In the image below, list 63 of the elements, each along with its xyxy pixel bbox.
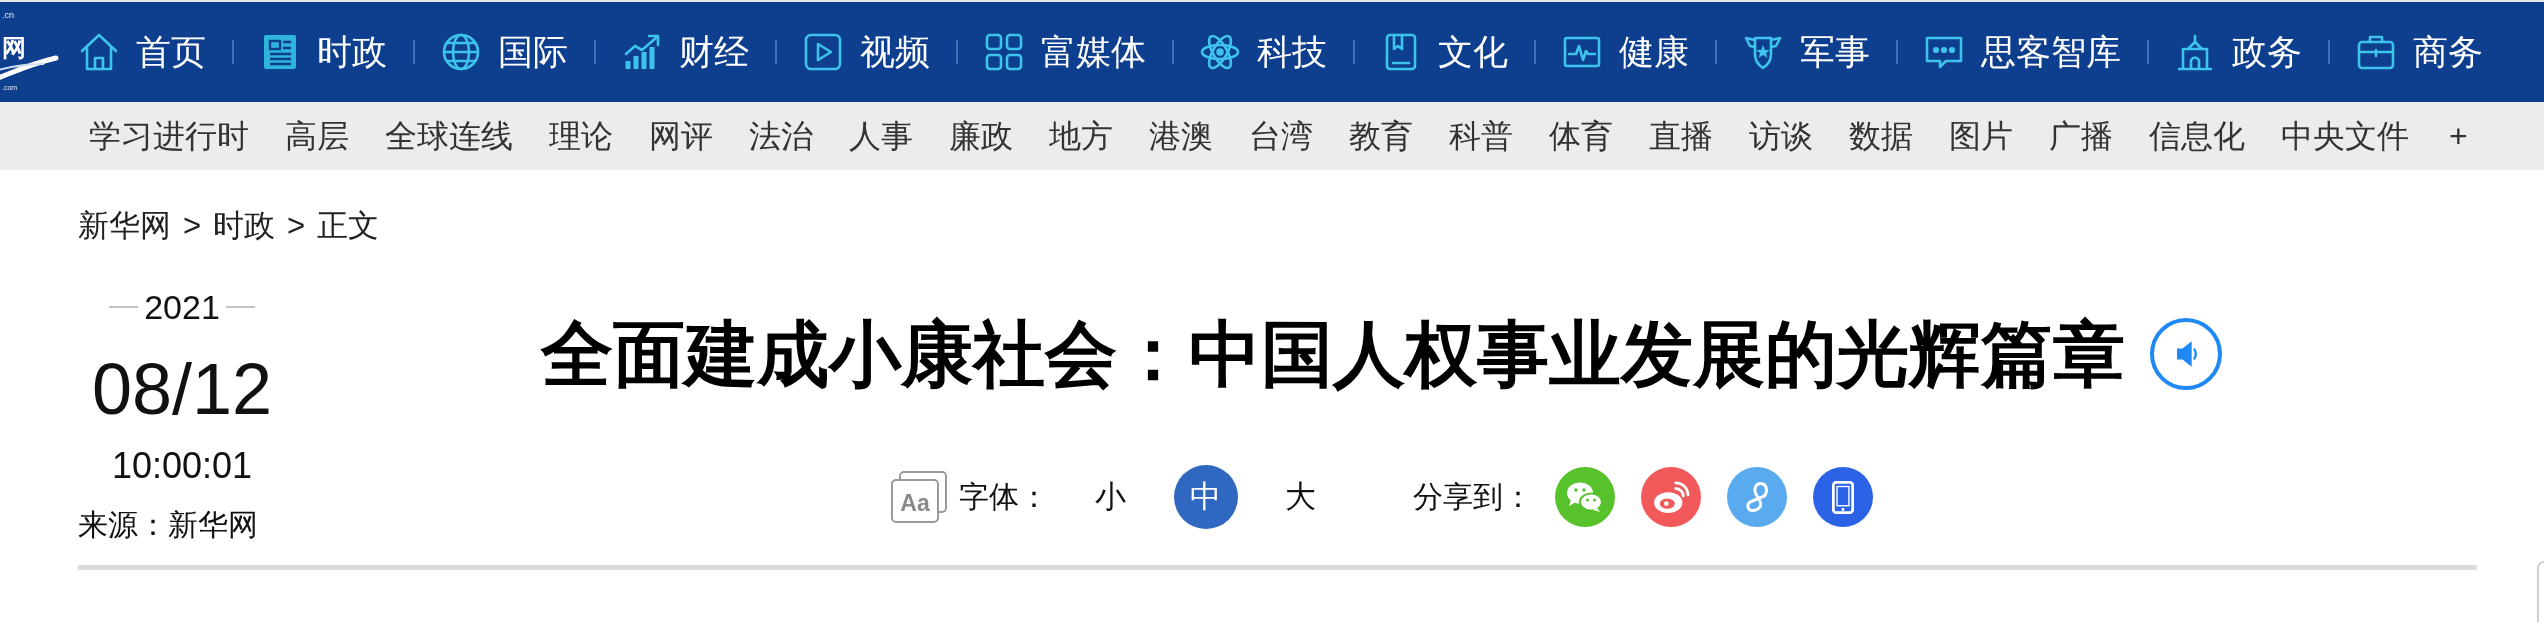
- channel-link[interactable]: 数据: [1849, 116, 1913, 156]
- breadcrumb-link[interactable]: 新华网: [78, 208, 171, 244]
- breadcrumb-link[interactable]: 时政: [213, 208, 276, 244]
- channel-link[interactable]: 廉政: [949, 116, 1013, 156]
- channel-link[interactable]: 图片: [1949, 116, 2013, 156]
- font-size-option[interactable]: 中: [1173, 465, 1238, 529]
- nav-link[interactable]: 富媒体: [984, 30, 1146, 74]
- nav-link[interactable]: 国际: [441, 30, 568, 74]
- publish-date: 08/12: [91, 351, 273, 427]
- nav-link[interactable]: 财经: [622, 30, 749, 74]
- play-icon: [803, 32, 843, 72]
- loop-icon: [1745, 481, 1768, 513]
- channel-link[interactable]: 高层: [285, 116, 349, 156]
- font-size-option[interactable]: 大: [1268, 465, 1333, 529]
- font-size-option[interactable]: 小: [1078, 465, 1143, 529]
- building-icon: [2175, 32, 2215, 72]
- breadcrumb-current: 正文: [317, 208, 380, 244]
- channel-link[interactable]: 地方: [1049, 116, 1113, 156]
- grid-icon: [984, 32, 1024, 72]
- nav-link[interactable]: 健康: [1562, 30, 1689, 74]
- house-icon: [79, 32, 119, 72]
- article-title: 全面建成小康社会：中国人权事业发展的光辉篇章: [541, 313, 2125, 396]
- nav-link[interactable]: 政务: [2175, 30, 2302, 74]
- channel-link[interactable]: 理论: [549, 116, 613, 156]
- nav-link[interactable]: 商务: [2356, 30, 2483, 74]
- channel-link[interactable]: 人事: [849, 116, 913, 156]
- channel-link[interactable]: 访谈: [1749, 116, 1813, 156]
- nav-link[interactable]: 视频: [803, 30, 930, 74]
- nav-link[interactable]: 文化: [1381, 30, 1508, 74]
- channel-link[interactable]: 科普: [1449, 116, 1513, 156]
- channel-link[interactable]: 学习进行时: [89, 116, 249, 156]
- bar-chart-icon: [622, 32, 662, 72]
- channel-link[interactable]: 直播: [1649, 116, 1713, 156]
- chat-bubbles-icon: [1566, 482, 1603, 512]
- publish-year: 2021: [144, 289, 220, 325]
- channel-link[interactable]: 网评: [649, 116, 713, 156]
- more-button[interactable]: +: [2445, 116, 2472, 156]
- atom-icon: [1200, 32, 1240, 72]
- channel-link[interactable]: 中央文件: [2281, 116, 2409, 156]
- globe-icon: [441, 32, 481, 72]
- channel-link[interactable]: 台湾: [1249, 116, 1313, 156]
- channel-link[interactable]: 法治: [749, 116, 813, 156]
- nav-link[interactable]: 思客智库: [1924, 30, 2121, 74]
- publish-time: 10:00:01: [111, 446, 253, 486]
- channel-link[interactable]: 教育: [1349, 116, 1413, 156]
- speaker-icon: [2176, 341, 2199, 367]
- channel-link[interactable]: 港澳: [1149, 116, 1213, 156]
- channel-link[interactable]: 广播: [2049, 116, 2113, 156]
- nav-link[interactable]: 军事: [1743, 30, 1870, 74]
- nav-link[interactable]: 科技: [1200, 30, 1327, 74]
- side-panel: [2537, 561, 2544, 622]
- source-text: 来源：新华网: [78, 507, 258, 543]
- channel-link[interactable]: 信息化: [2149, 116, 2245, 156]
- share-label: 分享到：: [1412, 479, 1533, 515]
- channel-link[interactable]: 全球连线: [385, 116, 513, 156]
- tablet-icon: [1831, 480, 1854, 514]
- nav-link[interactable]: 首页: [79, 30, 206, 74]
- font-size-label: 字体：: [958, 479, 1049, 515]
- channel-link[interactable]: 体育: [1549, 116, 1613, 156]
- nav-link[interactable]: 时政: [260, 30, 387, 74]
- breadcrumb-separator: >: [287, 208, 306, 244]
- breadcrumb-separator: >: [183, 208, 202, 244]
- eye-waves-icon: [1653, 481, 1690, 513]
